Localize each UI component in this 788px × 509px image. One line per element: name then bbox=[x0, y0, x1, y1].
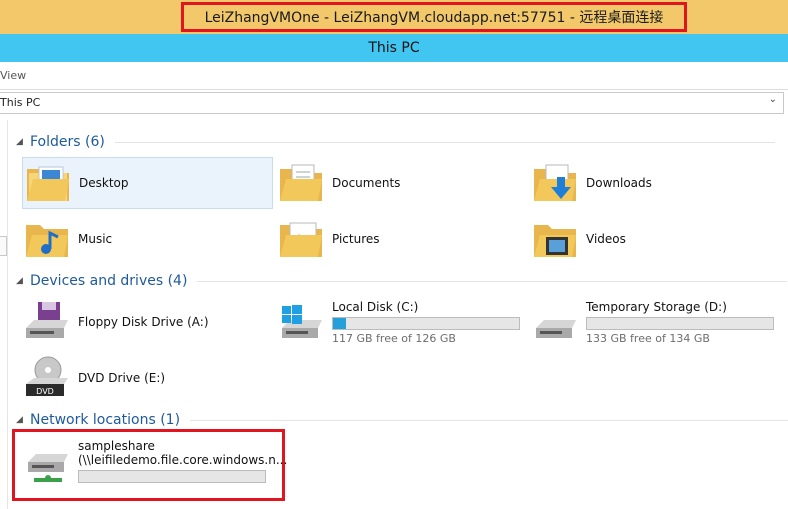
drive-label: DVD Drive (E:) bbox=[78, 371, 166, 385]
music-folder-icon bbox=[22, 215, 72, 263]
drive-label: Floppy Disk Drive (A:) bbox=[78, 315, 209, 329]
dvd-drive-icon: DVD bbox=[22, 354, 72, 402]
capacity-bar bbox=[586, 316, 774, 330]
folder-videos[interactable]: Videos bbox=[530, 213, 781, 265]
group-divider bbox=[197, 280, 788, 282]
pictures-folder-icon bbox=[276, 215, 326, 263]
address-path: This PC bbox=[0, 96, 41, 109]
folders-header-label: Folders (6) bbox=[30, 134, 105, 150]
folder-desktop[interactable]: Desktop bbox=[22, 157, 273, 209]
folders-group-header[interactable]: ◢ Folders (6) bbox=[16, 132, 775, 152]
drive-local-disk-c[interactable]: Local Disk (C:) 117 GB free of 126 GB bbox=[276, 296, 527, 348]
network-group-header[interactable]: ◢ Network locations (1) bbox=[16, 410, 788, 430]
floppy-drive-icon bbox=[22, 298, 72, 346]
rdp-title: LeiZhangVMOne - LeiZhangVM.cloudapp.net:… bbox=[181, 2, 687, 32]
drive-label: Local Disk (C:) bbox=[332, 299, 419, 314]
nav-pane-item[interactable] bbox=[0, 236, 7, 256]
downloads-folder-icon bbox=[530, 159, 580, 207]
collapse-caret-icon[interactable]: ◢ bbox=[16, 276, 30, 286]
drive-label: Temporary Storage (D:) bbox=[586, 299, 727, 314]
network-share-sampleshare[interactable]: sampleshare (\\leifiledemo.file.core.win… bbox=[22, 436, 287, 488]
desktop-folder-icon bbox=[23, 159, 73, 207]
collapse-caret-icon[interactable]: ◢ bbox=[16, 137, 30, 147]
drive-floppy[interactable]: Floppy Disk Drive (A:) bbox=[22, 296, 273, 348]
folder-label: Videos bbox=[586, 232, 626, 246]
network-header-label: Network locations (1) bbox=[30, 412, 181, 428]
folder-label: Desktop bbox=[79, 176, 129, 190]
address-bar[interactable]: This PC ⌄ bbox=[0, 92, 784, 114]
share-path: (\\leifiledemo.file.core.windows.n... bbox=[78, 453, 288, 467]
documents-folder-icon bbox=[276, 159, 326, 207]
collapse-caret-icon[interactable]: ◢ bbox=[16, 415, 30, 425]
devices-header-label: Devices and drives (4) bbox=[30, 273, 188, 289]
rdp-connection-bar: LeiZhangVMOne - LeiZhangVM.cloudapp.net:… bbox=[0, 0, 788, 34]
folder-downloads[interactable]: Downloads bbox=[530, 157, 781, 209]
network-drive-icon bbox=[22, 438, 72, 486]
view-tab[interactable]: View bbox=[0, 69, 26, 82]
windows-drive-icon bbox=[276, 298, 326, 346]
folder-documents[interactable]: Documents bbox=[276, 157, 527, 209]
drive-dvd-e[interactable]: DVD DVD Drive (E:) bbox=[22, 352, 273, 404]
folder-label: Documents bbox=[332, 176, 401, 190]
hard-drive-icon bbox=[530, 298, 580, 346]
folder-label: Pictures bbox=[332, 232, 380, 246]
devices-group-header[interactable]: ◢ Devices and drives (4) bbox=[16, 271, 788, 291]
group-divider bbox=[114, 141, 775, 143]
drive-free-space: 117 GB free of 126 GB bbox=[332, 331, 456, 345]
navigation-pane bbox=[0, 120, 8, 509]
folder-label: Music bbox=[78, 232, 113, 246]
capacity-fill bbox=[333, 317, 347, 329]
videos-folder-icon bbox=[530, 215, 580, 263]
group-divider bbox=[190, 419, 788, 421]
folder-pictures[interactable]: Pictures bbox=[276, 213, 527, 265]
drive-temporary-storage-d[interactable]: Temporary Storage (D:) 133 GB free of 13… bbox=[530, 296, 781, 348]
dvd-badge: DVD bbox=[36, 387, 54, 396]
chevron-down-icon[interactable]: ⌄ bbox=[769, 94, 777, 105]
folder-music[interactable]: Music bbox=[22, 213, 273, 265]
share-name: sampleshare bbox=[78, 439, 155, 453]
folder-label: Downloads bbox=[586, 176, 652, 190]
ribbon: View bbox=[0, 62, 788, 90]
capacity-bar bbox=[78, 470, 266, 483]
window-title: This PC bbox=[0, 34, 788, 62]
drive-free-space: 133 GB free of 134 GB bbox=[586, 331, 710, 345]
capacity-bar bbox=[332, 316, 520, 330]
